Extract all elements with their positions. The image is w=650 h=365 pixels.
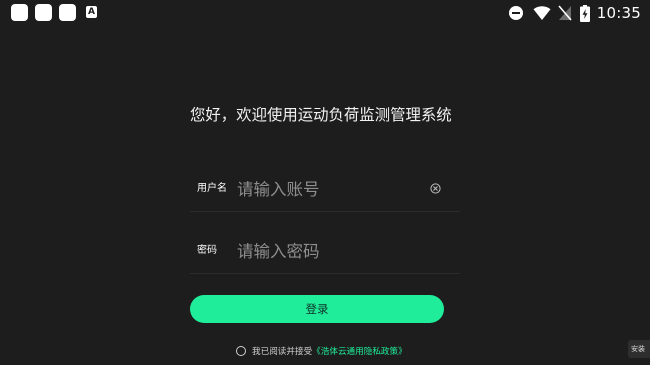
install-tab[interactable]: 安装 — [628, 340, 650, 358]
login-screen: A 10:35 您好，欢迎使用运动负荷监测管理系统 用户名 请输入账号 密码 登… — [0, 0, 650, 365]
username-input[interactable] — [237, 176, 427, 202]
battery-charging-icon — [579, 4, 590, 22]
username-label: 用户名 — [197, 183, 227, 194]
app-square-icon — [11, 4, 28, 21]
do-not-disturb-icon — [508, 6, 523, 20]
password-label: 密码 — [197, 245, 217, 256]
agreement-checkbox[interactable] — [236, 346, 246, 356]
welcome-title: 您好，欢迎使用运动负荷监测管理系统 — [190, 106, 452, 124]
clear-icon[interactable] — [430, 183, 441, 194]
app-square-icon — [35, 4, 52, 21]
no-sim-icon — [558, 5, 572, 21]
wifi-icon — [533, 6, 551, 20]
privacy-policy-link[interactable]: 《浩体云通用隐私政策》 — [312, 345, 407, 357]
a-badge-icon: A — [86, 6, 97, 18]
password-input[interactable] — [237, 238, 427, 264]
clock: 10:35 — [596, 4, 641, 22]
status-icons: 10:35 — [508, 3, 641, 23]
install-tab-label: 安装 — [631, 345, 645, 353]
username-row: 用户名 — [190, 167, 460, 212]
app-square-icon — [59, 4, 76, 21]
agreement-text: 我已阅读并接受 — [252, 347, 313, 357]
status-bar: A 10:35 — [0, 0, 650, 26]
agreement: 我已阅读并接受 《浩体云通用隐私政策》 — [236, 344, 407, 358]
password-row: 密码 — [190, 229, 460, 274]
login-button[interactable]: 登录 — [190, 295, 444, 323]
